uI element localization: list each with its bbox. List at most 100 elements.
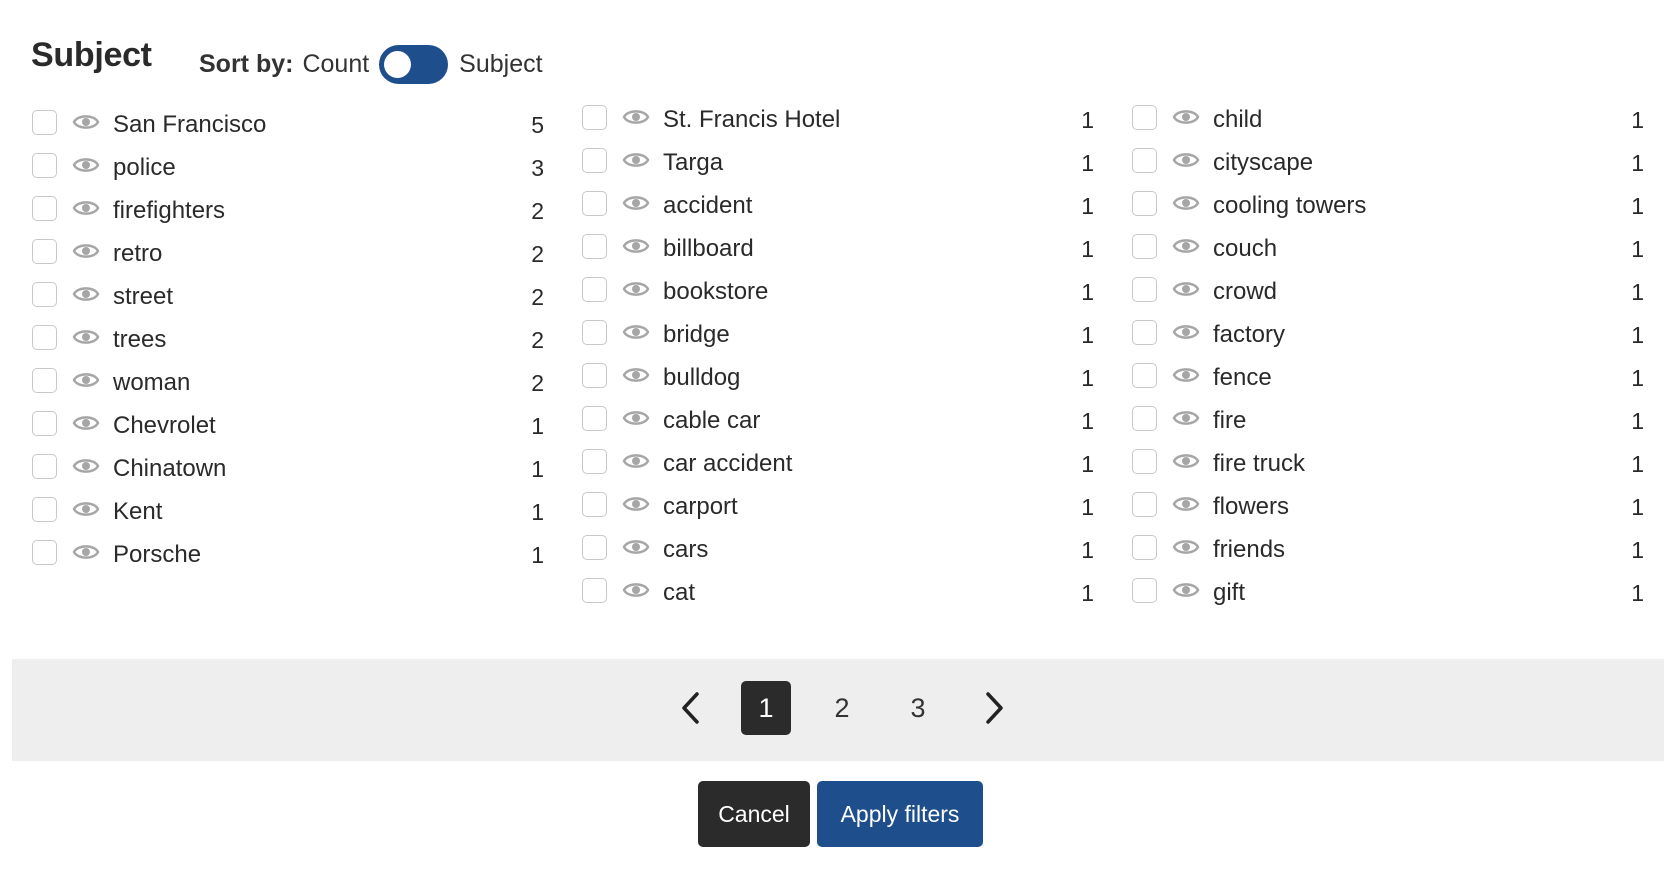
subject-checkbox[interactable] bbox=[582, 191, 607, 216]
subject-label[interactable]: cat bbox=[663, 578, 695, 608]
subject-checkbox[interactable] bbox=[32, 325, 57, 350]
page-2-button[interactable]: 2 bbox=[817, 681, 867, 735]
eye-icon[interactable] bbox=[1172, 235, 1200, 257]
prev-page-button[interactable] bbox=[676, 690, 706, 726]
subject-label[interactable]: trees bbox=[113, 325, 166, 355]
eye-icon[interactable] bbox=[622, 579, 650, 601]
eye-icon[interactable] bbox=[1172, 450, 1200, 472]
subject-checkbox[interactable] bbox=[1132, 105, 1157, 130]
subject-checkbox[interactable] bbox=[1132, 277, 1157, 302]
subject-label[interactable]: Chinatown bbox=[113, 454, 226, 484]
subject-checkbox[interactable] bbox=[582, 277, 607, 302]
subject-label[interactable]: firefighters bbox=[113, 196, 225, 226]
eye-icon[interactable] bbox=[1172, 407, 1200, 429]
subject-checkbox[interactable] bbox=[32, 368, 57, 393]
subject-checkbox[interactable] bbox=[582, 234, 607, 259]
sort-option-subject[interactable]: Subject bbox=[459, 50, 542, 79]
eye-icon[interactable] bbox=[1172, 192, 1200, 214]
subject-label[interactable]: gift bbox=[1213, 578, 1245, 608]
subject-label[interactable]: fence bbox=[1213, 363, 1272, 393]
subject-label[interactable]: fire bbox=[1213, 406, 1246, 436]
subject-checkbox[interactable] bbox=[582, 492, 607, 517]
subject-checkbox[interactable] bbox=[32, 454, 57, 479]
subject-checkbox[interactable] bbox=[1132, 535, 1157, 560]
eye-icon[interactable] bbox=[622, 106, 650, 128]
page-3-button[interactable]: 3 bbox=[893, 681, 943, 735]
subject-checkbox[interactable] bbox=[1132, 363, 1157, 388]
subject-checkbox[interactable] bbox=[582, 148, 607, 173]
subject-checkbox[interactable] bbox=[1132, 234, 1157, 259]
subject-checkbox[interactable] bbox=[582, 578, 607, 603]
apply-filters-button[interactable]: Apply filters bbox=[817, 781, 983, 847]
subject-label[interactable]: cooling towers bbox=[1213, 191, 1366, 221]
eye-icon[interactable] bbox=[1172, 278, 1200, 300]
eye-icon[interactable] bbox=[1172, 149, 1200, 171]
subject-label[interactable]: police bbox=[113, 153, 176, 183]
eye-icon[interactable] bbox=[1172, 321, 1200, 343]
eye-icon[interactable] bbox=[622, 149, 650, 171]
subject-label[interactable]: fire truck bbox=[1213, 449, 1305, 479]
subject-checkbox[interactable] bbox=[1132, 148, 1157, 173]
subject-checkbox[interactable] bbox=[582, 406, 607, 431]
subject-checkbox[interactable] bbox=[582, 449, 607, 474]
subject-label[interactable]: Kent bbox=[113, 497, 162, 527]
subject-checkbox[interactable] bbox=[582, 535, 607, 560]
eye-icon[interactable] bbox=[622, 278, 650, 300]
subject-label[interactable]: retro bbox=[113, 239, 162, 269]
eye-icon[interactable] bbox=[72, 326, 100, 348]
subject-checkbox[interactable] bbox=[32, 540, 57, 565]
subject-checkbox[interactable] bbox=[582, 363, 607, 388]
subject-checkbox[interactable] bbox=[582, 105, 607, 130]
subject-checkbox[interactable] bbox=[32, 282, 57, 307]
eye-icon[interactable] bbox=[72, 455, 100, 477]
subject-label[interactable]: child bbox=[1213, 105, 1262, 135]
subject-checkbox[interactable] bbox=[32, 411, 57, 436]
subject-label[interactable]: crowd bbox=[1213, 277, 1277, 307]
eye-icon[interactable] bbox=[622, 235, 650, 257]
eye-icon[interactable] bbox=[622, 192, 650, 214]
eye-icon[interactable] bbox=[72, 498, 100, 520]
subject-label[interactable]: bulldog bbox=[663, 363, 740, 393]
subject-label[interactable]: bookstore bbox=[663, 277, 768, 307]
eye-icon[interactable] bbox=[1172, 579, 1200, 601]
eye-icon[interactable] bbox=[72, 240, 100, 262]
cancel-button[interactable]: Cancel bbox=[698, 781, 810, 847]
eye-icon[interactable] bbox=[622, 493, 650, 515]
next-page-button[interactable] bbox=[979, 690, 1009, 726]
eye-icon[interactable] bbox=[72, 283, 100, 305]
subject-checkbox[interactable] bbox=[32, 497, 57, 522]
subject-label[interactable]: accident bbox=[663, 191, 752, 221]
eye-icon[interactable] bbox=[1172, 106, 1200, 128]
subject-label[interactable]: billboard bbox=[663, 234, 754, 264]
subject-label[interactable]: San Francisco bbox=[113, 110, 266, 140]
subject-label[interactable]: Porsche bbox=[113, 540, 201, 570]
subject-label[interactable]: couch bbox=[1213, 234, 1277, 264]
subject-label[interactable]: street bbox=[113, 282, 173, 312]
subject-checkbox[interactable] bbox=[1132, 578, 1157, 603]
subject-label[interactable]: cable car bbox=[663, 406, 760, 436]
sort-toggle[interactable] bbox=[379, 44, 449, 84]
eye-icon[interactable] bbox=[72, 111, 100, 133]
subject-checkbox[interactable] bbox=[1132, 320, 1157, 345]
eye-icon[interactable] bbox=[72, 412, 100, 434]
subject-checkbox[interactable] bbox=[32, 153, 57, 178]
subject-label[interactable]: car accident bbox=[663, 449, 792, 479]
eye-icon[interactable] bbox=[72, 541, 100, 563]
eye-icon[interactable] bbox=[1172, 493, 1200, 515]
eye-icon[interactable] bbox=[72, 197, 100, 219]
sort-option-count[interactable]: Count bbox=[302, 50, 369, 79]
eye-icon[interactable] bbox=[72, 369, 100, 391]
eye-icon[interactable] bbox=[622, 536, 650, 558]
subject-label[interactable]: friends bbox=[1213, 535, 1285, 565]
subject-label[interactable]: woman bbox=[113, 368, 190, 398]
subject-label[interactable]: St. Francis Hotel bbox=[663, 105, 840, 135]
subject-label[interactable]: cars bbox=[663, 535, 708, 565]
subject-checkbox[interactable] bbox=[32, 110, 57, 135]
subject-label[interactable]: factory bbox=[1213, 320, 1285, 350]
subject-label[interactable]: Chevrolet bbox=[113, 411, 216, 441]
subject-label[interactable]: flowers bbox=[1213, 492, 1289, 522]
subject-label[interactable]: bridge bbox=[663, 320, 730, 350]
subject-checkbox[interactable] bbox=[32, 196, 57, 221]
eye-icon[interactable] bbox=[622, 407, 650, 429]
subject-checkbox[interactable] bbox=[1132, 449, 1157, 474]
